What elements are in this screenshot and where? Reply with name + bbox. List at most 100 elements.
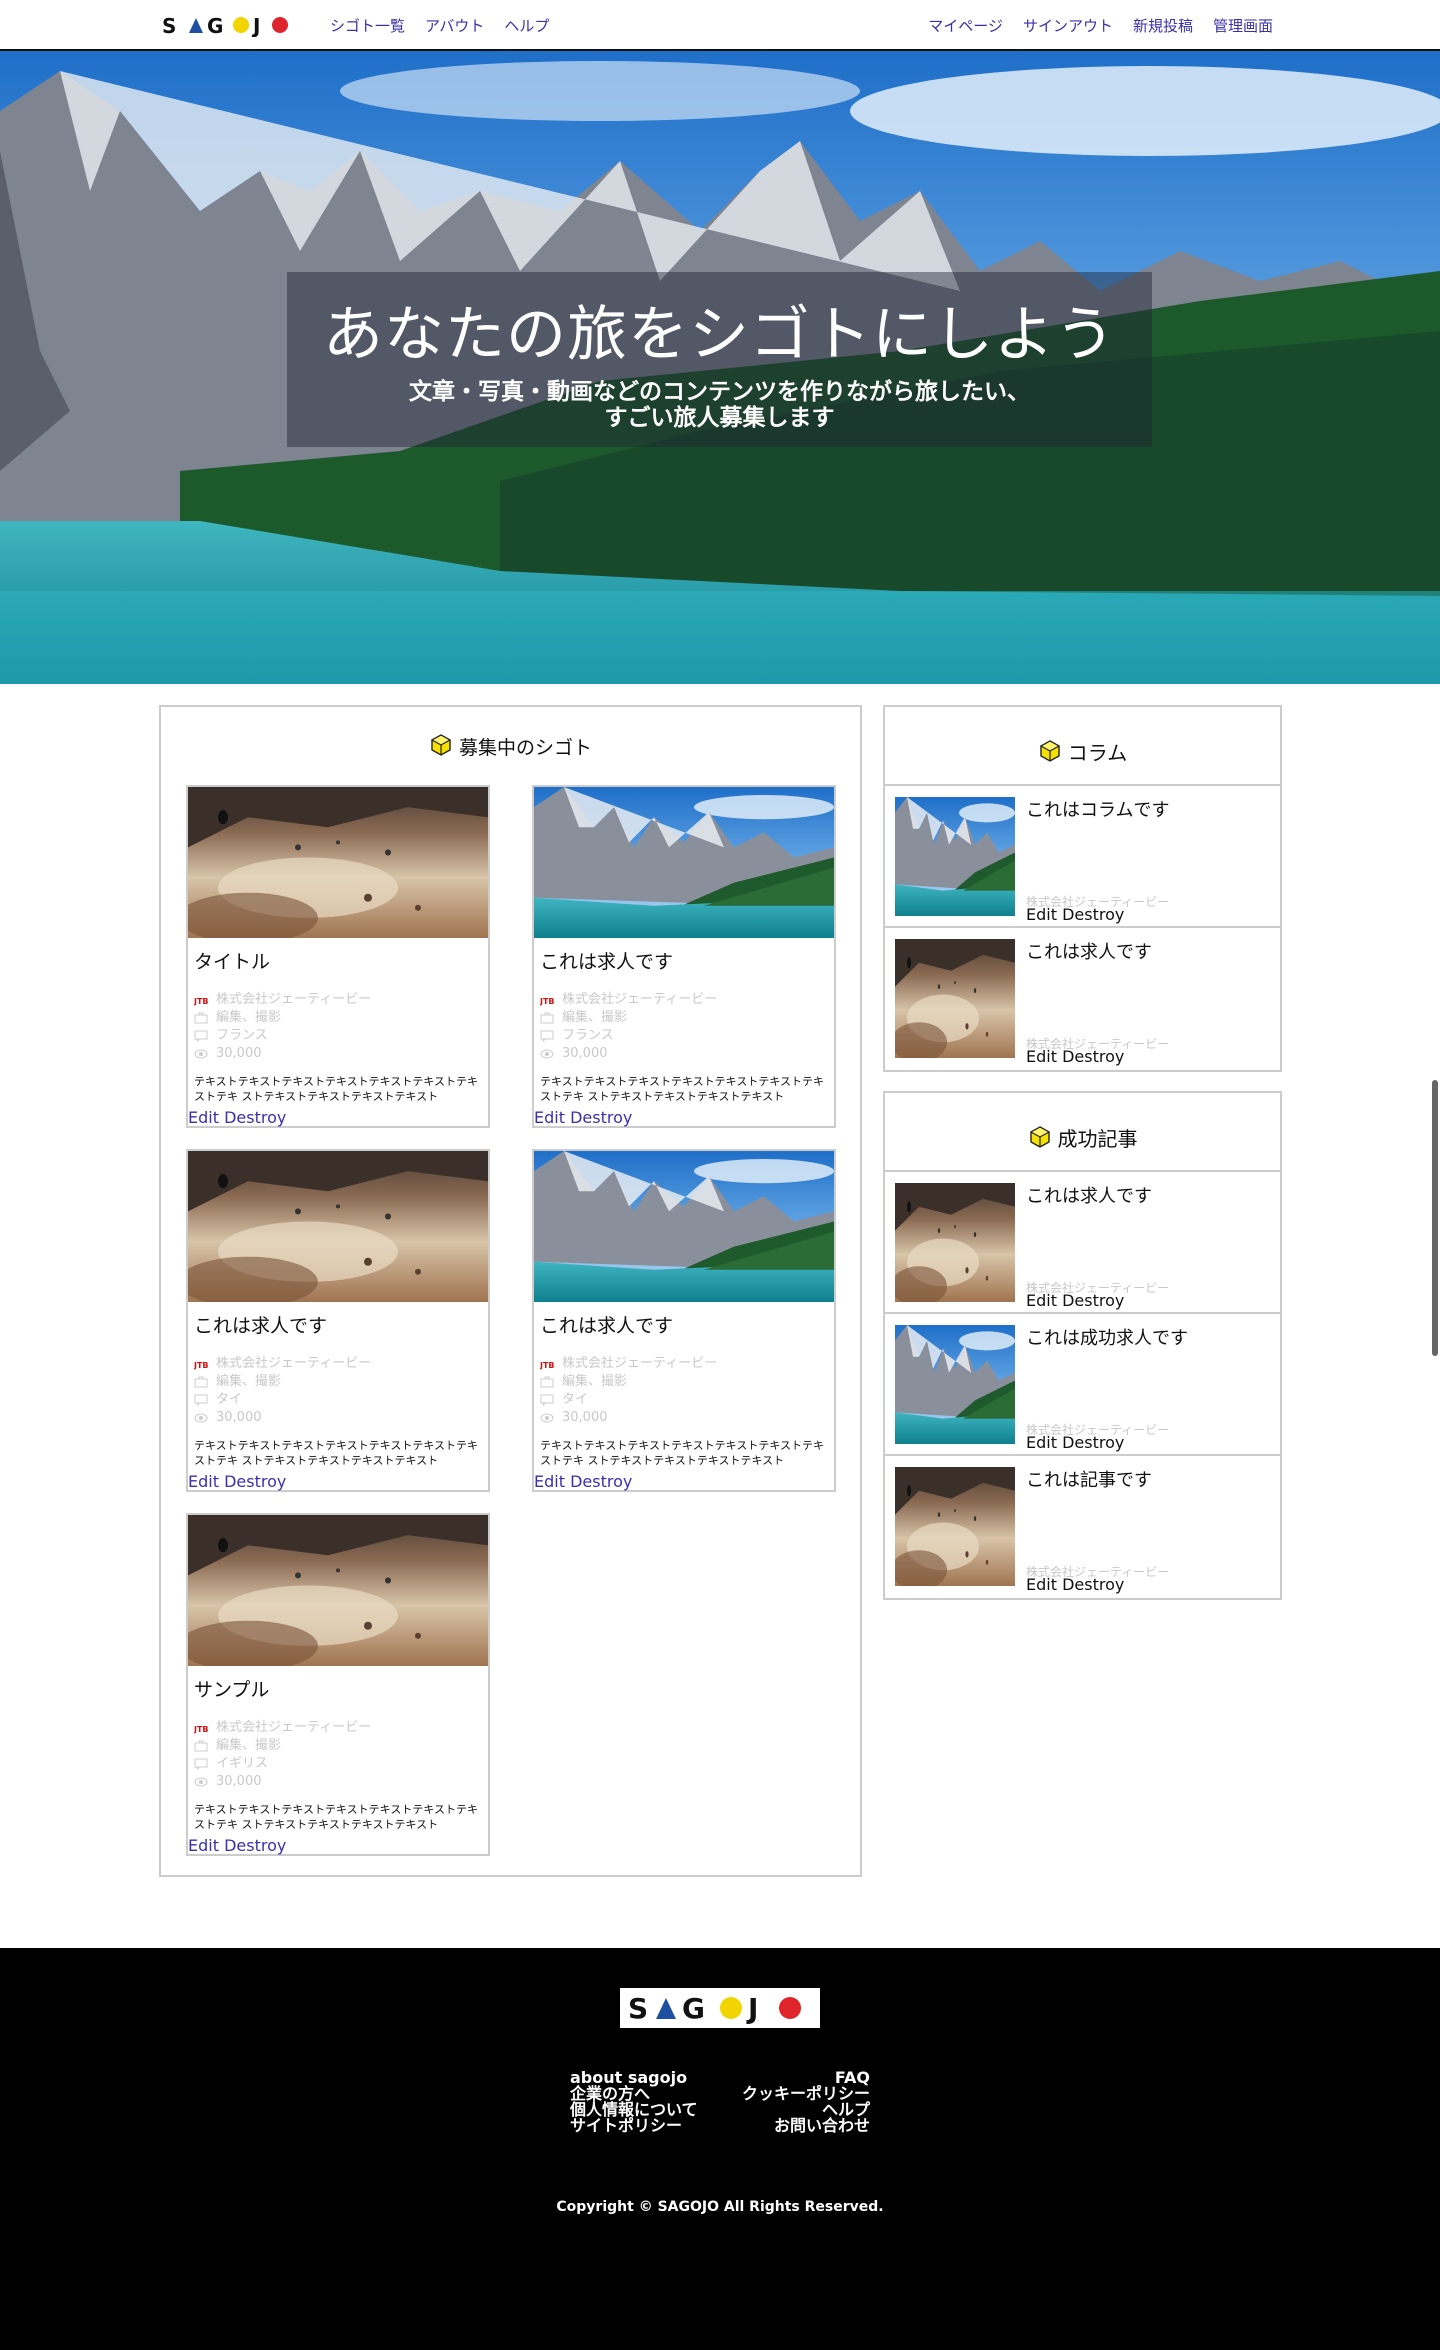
job-meta: JTB 株式会社ジェーティービー 編集、撮影 フランス 30,000	[194, 991, 371, 1063]
top-navbar: S G J シゴト一覧 アバウト ヘルプ マイページ サインアウト 新規投稿 管…	[0, 0, 1440, 51]
footer: S G J about sagojo 企業の方へ 個人情報について サイトポリシ…	[0, 1948, 1440, 2350]
job-card[interactable]: これは求人です JTB 株式会社ジェーティービー 編集、撮影 タイ 30,000 …	[186, 1149, 490, 1492]
sagojo-logo[interactable]: S G J	[162, 13, 296, 37]
edit-link[interactable]: Edit	[534, 1472, 565, 1491]
nav-about[interactable]: アバウト	[425, 15, 484, 36]
nav-mypage[interactable]: マイページ	[928, 15, 1003, 36]
success-item[interactable]: これは求人です 株式会社ジェーティービー Edit Destroy	[885, 1172, 1280, 1314]
edit-link[interactable]: Edit	[1026, 1047, 1057, 1066]
footer-link-site-policy[interactable]: サイトポリシー	[570, 2118, 698, 2134]
job-card[interactable]: タイトル JTB 株式会社ジェーティービー 編集、撮影 フランス 30,000 テ…	[186, 785, 490, 1128]
balloon-photo	[895, 939, 1015, 1058]
svg-text:G: G	[207, 14, 223, 37]
nav-right: マイページ サインアウト 新規投稿 管理画面	[928, 15, 1273, 36]
svg-text:J: J	[746, 1992, 758, 2025]
svg-text:JTB: JTB	[194, 997, 208, 1006]
hero-banner: あなたの旅をシゴトにしよう 文章・写真・動画などのコンテンツを作りながら旅したい…	[0, 51, 1440, 684]
success-item[interactable]: これは記事です 株式会社ジェーティービー Edit Destroy	[885, 1456, 1280, 1598]
nav-signout[interactable]: サインアウト	[1023, 15, 1113, 36]
job-reward: 30,000	[216, 1410, 262, 1425]
briefcase-icon	[194, 1740, 208, 1752]
nav-help[interactable]: ヘルプ	[504, 15, 549, 36]
success-item[interactable]: これは成功求人です 株式会社ジェーティービー Edit Destroy	[885, 1314, 1280, 1456]
balloon-photo	[188, 1515, 488, 1666]
destroy-link[interactable]: Destroy	[224, 1472, 286, 1491]
edit-link[interactable]: Edit	[534, 1108, 565, 1127]
edit-link[interactable]: Edit	[188, 1836, 219, 1855]
hero-subtitle: 文章・写真・動画などのコンテンツを作りながら旅したい、 すごい旅人募集します	[287, 379, 1152, 431]
success-panel: 成功記事 これは求人です 株式会社ジェーティービー Edit Destroy こ…	[883, 1091, 1282, 1600]
destroy-link[interactable]: Destroy	[224, 1836, 286, 1855]
nav-left: シゴト一覧 アバウト ヘルプ	[330, 15, 549, 36]
job-title[interactable]: タイトル	[194, 947, 270, 974]
mountain-photo	[534, 1151, 834, 1302]
job-description: テキストテキストテキストテキストテキストテキストテキ ストテキ ストテキストテキ…	[194, 1075, 479, 1103]
success-title[interactable]: これは記事です	[1026, 1466, 1152, 1492]
job-company: 株式会社ジェーティービー	[216, 992, 372, 1007]
job-meta: JTB 株式会社ジェーティービー 編集、撮影 タイ 30,000	[194, 1355, 371, 1427]
job-reward: 30,000	[216, 1774, 262, 1789]
edit-link[interactable]: Edit	[1026, 905, 1057, 924]
edit-link[interactable]: Edit	[188, 1108, 219, 1127]
edit-link[interactable]: Edit	[188, 1472, 219, 1491]
job-category: 編集、撮影	[216, 1374, 282, 1389]
hero-caption-box: あなたの旅をシゴトにしよう 文章・写真・動画などのコンテンツを作りながら旅したい…	[287, 272, 1152, 447]
job-title[interactable]: サンプル	[194, 1675, 269, 1702]
destroy-link[interactable]: Destroy	[224, 1108, 286, 1127]
success-title[interactable]: これは求人です	[1026, 1182, 1152, 1208]
column-title[interactable]: これはコラムです	[1026, 796, 1169, 822]
footer-link-contact[interactable]: お問い合わせ	[742, 2118, 870, 2134]
job-description: テキストテキストテキストテキストテキストテキストテキ ストテキ ストテキストテキ…	[540, 1075, 825, 1103]
column-heading: コラム	[885, 707, 1280, 786]
page-scrollbar[interactable]	[1432, 1080, 1438, 1356]
destroy-link[interactable]: Destroy	[1062, 1047, 1124, 1066]
column-title[interactable]: これは求人です	[1026, 938, 1152, 964]
job-description: テキストテキストテキストテキストテキストテキストテキ ストテキ ストテキストテキ…	[194, 1439, 479, 1467]
success-title[interactable]: これは成功求人です	[1026, 1324, 1188, 1350]
job-card[interactable]: これは求人です JTB 株式会社ジェーティービー 編集、撮影 フランス 30,00…	[532, 785, 836, 1128]
jobs-heading: 募集中のシゴト	[161, 733, 860, 760]
destroy-link[interactable]: Destroy	[1062, 1575, 1124, 1594]
chat-icon	[194, 1758, 208, 1770]
job-category: 編集、撮影	[216, 1738, 282, 1753]
success-heading-label: 成功記事	[1057, 1127, 1138, 1151]
hero-subtitle-line1: 文章・写真・動画などのコンテンツを作りながら旅したい、	[409, 379, 1030, 405]
destroy-link[interactable]: Destroy	[1062, 1433, 1124, 1452]
briefcase-icon	[540, 1376, 554, 1388]
edit-link[interactable]: Edit	[1026, 1291, 1057, 1310]
hexagon-icon	[1028, 1125, 1052, 1149]
job-card[interactable]: サンプル JTB 株式会社ジェーティービー 編集、撮影 イギリス 30,000 テ…	[186, 1513, 490, 1856]
company-logo-icon: JTB	[540, 1361, 554, 1370]
balloon-photo	[188, 1151, 488, 1302]
mountain-photo	[895, 797, 1015, 916]
destroy-link[interactable]: Destroy	[570, 1472, 632, 1491]
nav-job-list[interactable]: シゴト一覧	[330, 15, 405, 36]
destroy-link[interactable]: Destroy	[1062, 1291, 1124, 1310]
job-card[interactable]: これは求人です JTB 株式会社ジェーティービー 編集、撮影 タイ 30,000 …	[532, 1149, 836, 1492]
chat-icon	[194, 1394, 208, 1406]
job-title[interactable]: これは求人です	[540, 1311, 673, 1338]
svg-text:JTB: JTB	[540, 997, 554, 1006]
mountain-photo	[895, 1325, 1015, 1444]
destroy-link[interactable]: Destroy	[570, 1108, 632, 1127]
nav-new-post[interactable]: 新規投稿	[1133, 15, 1193, 36]
job-actions: Edit Destroy	[534, 1472, 632, 1491]
column-item[interactable]: これはコラムです 株式会社ジェーティービー Edit Destroy	[885, 786, 1280, 928]
column-panel: コラム これはコラムです 株式会社ジェーティービー Edit Destroy こ…	[883, 705, 1282, 1072]
nav-admin[interactable]: 管理画面	[1213, 15, 1273, 36]
jobs-panel: 募集中のシゴト タイトル JTB 株式会社ジェーティービー 編集、撮影 フランス …	[159, 705, 862, 1877]
job-actions: Edit Destroy	[188, 1472, 286, 1491]
briefcase-icon	[194, 1376, 208, 1388]
column-item[interactable]: これは求人です 株式会社ジェーティービー Edit Destroy	[885, 928, 1280, 1070]
svg-text:S: S	[162, 14, 179, 37]
edit-link[interactable]: Edit	[1026, 1433, 1057, 1452]
job-category: 編集、撮影	[562, 1374, 628, 1389]
sagojo-footer-logo[interactable]: S G J	[620, 1988, 820, 2028]
job-title[interactable]: これは求人です	[194, 1311, 327, 1338]
edit-link[interactable]: Edit	[1026, 1575, 1057, 1594]
footer-links-right: FAQ クッキーポリシー ヘルプ お問い合わせ	[742, 2070, 870, 2134]
destroy-link[interactable]: Destroy	[1062, 905, 1124, 924]
job-title[interactable]: これは求人です	[540, 947, 673, 974]
job-actions: Edit Destroy	[188, 1108, 286, 1127]
job-description: テキストテキストテキストテキストテキストテキストテキ ストテキ ストテキストテキ…	[540, 1439, 825, 1467]
